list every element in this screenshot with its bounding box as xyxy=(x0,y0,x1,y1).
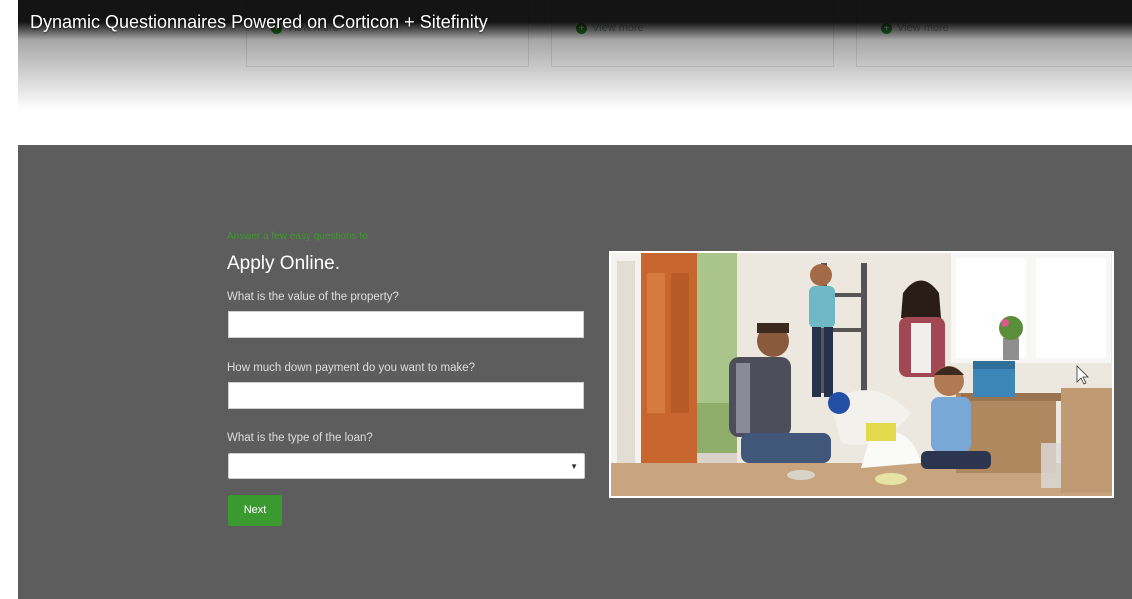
card-2: + View more xyxy=(551,0,834,67)
view-more-link-2[interactable]: + View more xyxy=(576,22,644,34)
question-label-down-payment: How much down payment do you want to mak… xyxy=(227,362,476,374)
question-label-loan-type: What is the type of the loan? xyxy=(227,432,373,444)
view-more-link-3[interactable]: + View more xyxy=(881,22,949,34)
cards-row: + View more + View more + View more xyxy=(18,0,1132,70)
card-3: + View more xyxy=(856,0,1132,67)
view-more-label: View more xyxy=(592,22,644,34)
question-label-property-value: What is the value of the property? xyxy=(227,291,399,303)
plus-circle-icon: + xyxy=(881,22,892,34)
video-title[interactable]: Dynamic Questionnaires Powered on Cortic… xyxy=(30,12,488,33)
property-value-input[interactable] xyxy=(228,311,584,338)
form-title: Apply Online. xyxy=(227,253,341,274)
down-payment-input[interactable] xyxy=(228,382,584,409)
form-tagline: Answer a few easy questions to xyxy=(227,231,368,242)
view-more-label: View more xyxy=(897,22,949,34)
plus-circle-icon: + xyxy=(576,22,587,34)
card-1: + View more xyxy=(246,0,529,67)
family-photo-illustration xyxy=(611,253,1112,496)
family-moving-photo xyxy=(609,251,1114,498)
caret-down-icon: ▼ xyxy=(570,462,578,471)
next-button[interactable]: Next xyxy=(228,495,282,526)
loan-type-select[interactable]: ▼ xyxy=(228,453,585,479)
